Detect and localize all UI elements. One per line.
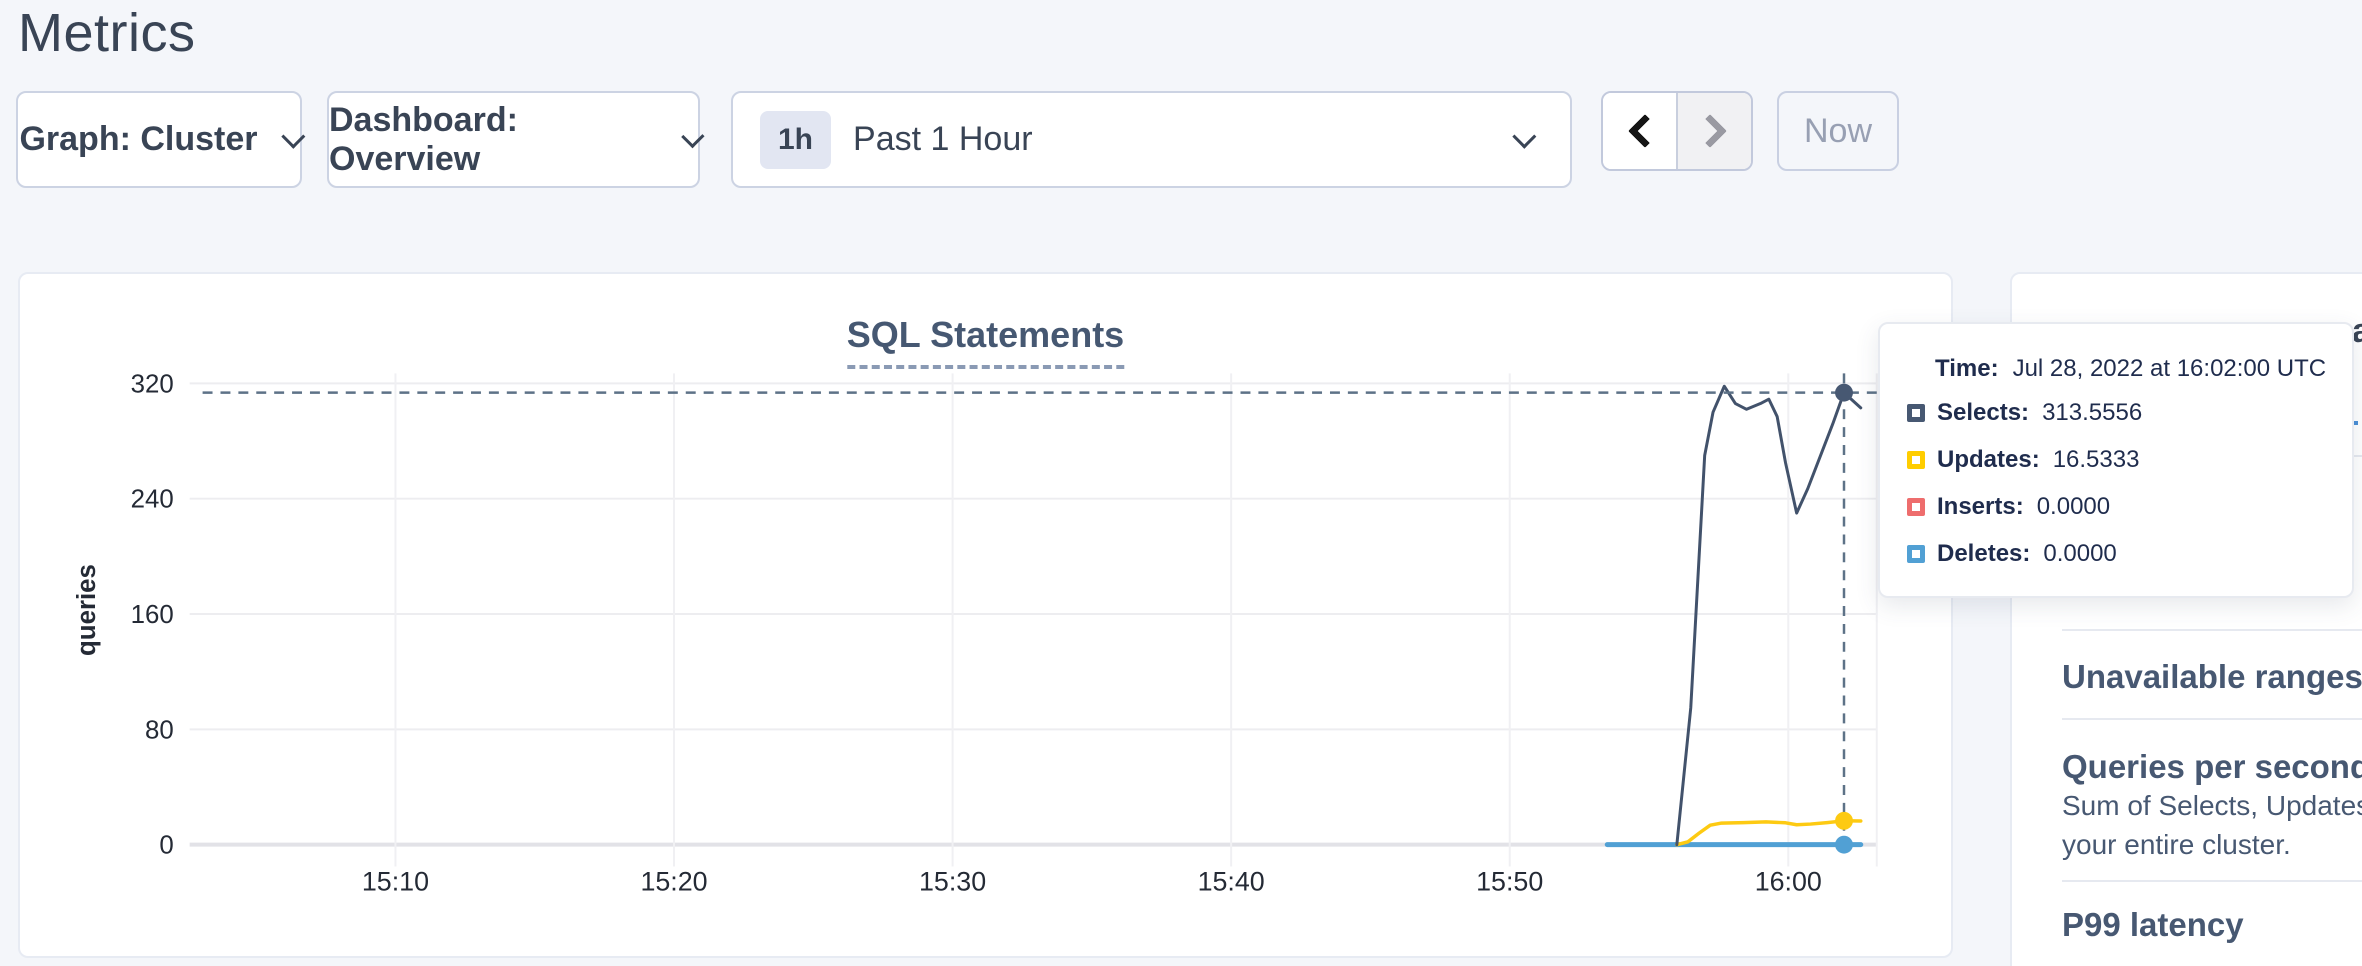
tooltip-series-label: Selects: <box>1937 399 2029 427</box>
sidebar-description-line: your entire cluster. <box>2062 829 2291 861</box>
tooltip-series-value: 313.5556 <box>2042 399 2142 427</box>
divider <box>2062 629 2362 631</box>
tooltip-series-row: Inserts: 0.0000 <box>1907 493 2352 521</box>
inserts-legend-swatch <box>1907 498 1925 516</box>
chevron-down-icon <box>681 125 704 148</box>
tooltip-series-value: 16.5333 <box>2053 446 2140 474</box>
selects-legend-swatch <box>1907 404 1925 422</box>
svg-text:queries: queries <box>73 564 101 656</box>
tooltip-series-row: Selects: 313.5556 <box>1907 399 2352 427</box>
tooltip-series-label: Deletes: <box>1937 540 2030 568</box>
now-button[interactable]: Now <box>1777 91 1899 171</box>
tooltip-series-label: Updates: <box>1937 446 2040 474</box>
graph-scope-label: Graph: Cluster <box>19 120 257 159</box>
tooltip-time-value: Jul 28, 2022 at 16:02:00 UTC <box>2013 355 2327 382</box>
time-range-label: Past 1 Hour <box>853 120 1033 159</box>
svg-text:15:40: 15:40 <box>1198 866 1265 896</box>
svg-text:80: 80 <box>145 716 174 744</box>
tooltip-time-label: Time: <box>1935 355 1999 382</box>
time-range-dropdown[interactable]: 1h Past 1 Hour <box>731 91 1572 188</box>
dashboard-dropdown[interactable]: Dashboard: Overview <box>327 91 700 188</box>
svg-text:15:10: 15:10 <box>362 866 429 896</box>
sidebar-heading-queries-per-second: Queries per second <box>2062 748 2362 786</box>
svg-text:160: 160 <box>131 601 174 629</box>
chevron-left-icon <box>1628 114 1662 148</box>
chevron-right-icon <box>1693 114 1727 148</box>
sql-statements-panel: SQL Statements 08016024032015:1015:2015:… <box>18 272 1953 958</box>
svg-text:15:30: 15:30 <box>919 866 986 896</box>
sidebar-heading-unavailable-ranges: Unavailable ranges <box>2062 658 2362 696</box>
divider <box>2062 718 2362 720</box>
chevron-down-icon <box>1512 125 1536 149</box>
page-title: Metrics <box>18 2 196 64</box>
deletes-legend-swatch <box>1907 545 1925 563</box>
time-step-forward-button[interactable] <box>1676 93 1751 169</box>
svg-text:15:20: 15:20 <box>640 866 707 896</box>
svg-text:15:50: 15:50 <box>1476 866 1543 896</box>
graph-scope-dropdown[interactable]: Graph: Cluster <box>16 91 302 188</box>
svg-text:16:00: 16:00 <box>1755 866 1822 896</box>
time-step-buttons <box>1601 91 1753 171</box>
divider <box>2062 880 2362 882</box>
time-range-badge: 1h <box>760 111 831 169</box>
tooltip-series-label: Inserts: <box>1937 493 2024 521</box>
chart-hover-tooltip: Time: Jul 28, 2022 at 16:02:00 UTC Select… <box>1878 322 2354 598</box>
updates-legend-swatch <box>1907 451 1925 469</box>
sidebar-heading-p99-latency: P99 latency <box>2062 906 2244 944</box>
tooltip-series-row: Updates: 16.5333 <box>1907 446 2352 474</box>
tooltip-series-value: 0.0000 <box>2043 540 2116 568</box>
sidebar-description-line: Sum of Selects, Updates, Inser <box>2062 790 2362 822</box>
dashboard-label: Dashboard: Overview <box>329 101 658 179</box>
metrics-page: Metrics Graph: Cluster Dashboard: Overvi… <box>0 0 2362 966</box>
svg-text:240: 240 <box>131 486 174 514</box>
svg-text:320: 320 <box>131 370 174 398</box>
tooltip-series-row: Deletes: 0.0000 <box>1907 540 2352 568</box>
chevron-down-icon <box>281 125 305 149</box>
tooltip-series-value: 0.0000 <box>2037 493 2110 521</box>
sql-statements-chart[interactable]: 0 80 160 240 320 15:10 15:20 15:30 15:40 15:50 16:… <box>20 274 1951 956</box>
time-step-back-button[interactable] <box>1603 93 1676 169</box>
tooltip-time-row: Time: Jul 28, 2022 at 16:02:00 UTC <box>1935 355 2352 383</box>
svg-text:0: 0 <box>159 832 173 860</box>
